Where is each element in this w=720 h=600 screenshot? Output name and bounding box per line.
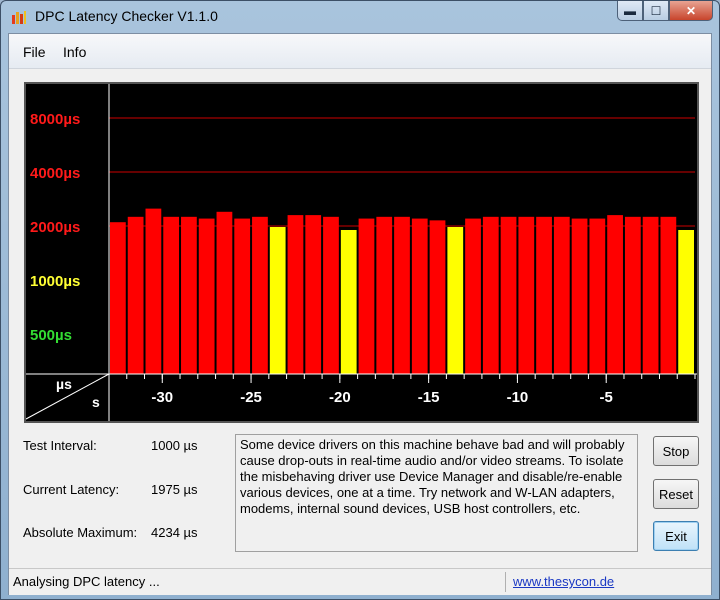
menu-file[interactable]: File [23, 44, 46, 60]
latency-bar [660, 216, 677, 374]
maximize-button[interactable]: ☐ [643, 1, 669, 21]
menu-info[interactable]: Info [63, 44, 86, 60]
latency-bar [447, 226, 464, 374]
latency-bar [500, 216, 517, 374]
latency-bar [181, 216, 197, 374]
latency-bar [642, 216, 659, 374]
latency-bar [482, 216, 499, 374]
y-tick-label: 4000µs [30, 165, 80, 182]
app-window: DPC Latency Checker V1.1.0 ▬ ☐ ✕ File In… [0, 0, 720, 600]
diagnostic-message: Some device drivers on this machine beha… [235, 434, 638, 552]
y-tick-label: 500µs [30, 327, 72, 344]
latency-bar [269, 226, 286, 374]
latency-bar [323, 216, 339, 374]
latency-bar [163, 216, 180, 374]
menu-bar: File Info [9, 34, 711, 69]
minimize-button[interactable]: ▬ [617, 1, 643, 21]
latency-bar [465, 218, 481, 374]
window-title: DPC Latency Checker V1.1.0 [35, 8, 218, 24]
status-separator [505, 572, 506, 592]
status-bar: Analysing DPC latency ... www.thesycon.d… [9, 568, 711, 595]
latency-bar [198, 218, 215, 374]
x-tick-label: -15 [418, 389, 440, 406]
website-link[interactable]: www.thesycon.de [513, 574, 614, 589]
latency-bar [287, 215, 304, 374]
latency-bar [607, 215, 623, 374]
title-bar[interactable]: DPC Latency Checker V1.1.0 ▬ ☐ ✕ [1, 1, 719, 33]
test-interval-value: 1000 µs [151, 438, 198, 453]
x-tick-label: -25 [240, 389, 262, 406]
latency-bar [394, 216, 410, 374]
latency-bar [376, 216, 393, 374]
x-tick-label: -20 [329, 389, 351, 406]
latency-bar [358, 218, 375, 374]
latency-bar [234, 218, 251, 374]
x-unit-label: s [92, 394, 100, 410]
client-area: File Info 16000µs8000µs4000µs2000µs1000µ… [8, 33, 712, 595]
latency-chart: 16000µs8000µs4000µs2000µs1000µs500µsµss-… [24, 82, 699, 423]
y-tick-label: 8000µs [30, 111, 80, 128]
x-tick-label: -10 [507, 389, 529, 406]
y-unit-label: µs [56, 376, 72, 392]
current-latency-label: Current Latency: [23, 482, 120, 497]
latency-bar [110, 222, 126, 374]
y-tick-label: 2000µs [30, 219, 80, 236]
absolute-maximum-label: Absolute Maximum: [23, 525, 138, 540]
caption-buttons: ▬ ☐ ✕ [617, 1, 713, 23]
latency-chart-svg: 16000µs8000µs4000µs2000µs1000µs500µsµss-… [26, 84, 697, 421]
exit-button[interactable]: Exit [653, 521, 699, 551]
latency-bar [305, 215, 322, 374]
current-latency-value: 1975 µs [151, 482, 198, 497]
latency-bar [429, 220, 446, 374]
x-tick-label: -30 [151, 389, 173, 406]
latency-bar [624, 216, 641, 374]
latency-bar [216, 211, 233, 374]
y-tick-label: 1000µs [30, 273, 80, 290]
test-interval-label: Test Interval: [23, 438, 97, 453]
absolute-maximum-value: 4234 µs [151, 525, 198, 540]
app-icon [12, 11, 26, 24]
latency-bar [340, 229, 357, 374]
close-button[interactable]: ✕ [669, 1, 713, 21]
latency-bar [589, 218, 606, 374]
latency-bar [145, 208, 162, 374]
reset-button[interactable]: Reset [653, 479, 699, 509]
latency-bar [518, 216, 535, 374]
latency-bar [553, 216, 570, 374]
status-text: Analysing DPC latency ... [13, 574, 160, 589]
x-tick-label: -5 [600, 389, 613, 406]
latency-bar [536, 216, 552, 374]
latency-bar [127, 216, 144, 374]
latency-bar [252, 216, 268, 374]
latency-bar [411, 218, 428, 374]
latency-bar [571, 218, 588, 374]
stop-button[interactable]: Stop [653, 436, 699, 466]
latency-bar [678, 229, 694, 374]
